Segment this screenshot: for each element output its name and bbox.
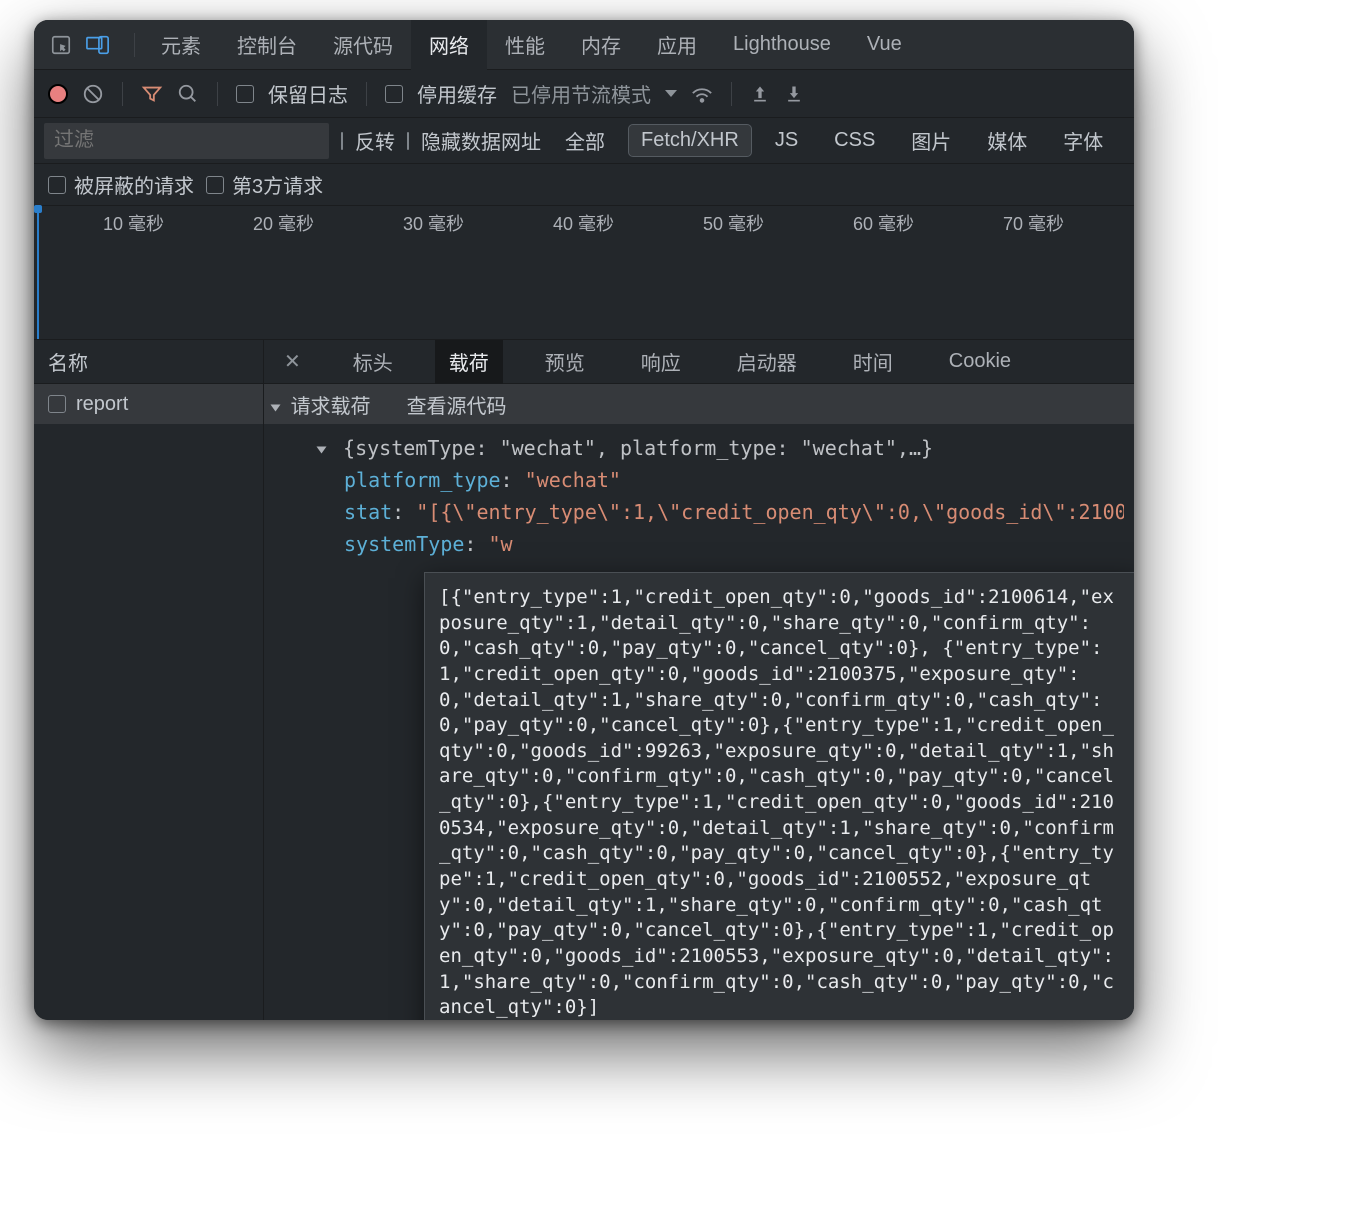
preserve-log-label: 保留日志	[268, 79, 348, 108]
payload-root[interactable]: {systemType: "wechat", platform_type: "w…	[343, 436, 933, 460]
payload-section-header[interactable]: 请求载荷 查看源代码	[264, 384, 1134, 424]
detail-tab-timing[interactable]: 时间	[839, 340, 907, 384]
detail-tab-initiator[interactable]: 启动器	[723, 340, 811, 384]
name-column-header[interactable]: 名称	[34, 340, 263, 384]
view-source-link[interactable]: 查看源代码	[407, 390, 507, 419]
blocked-requests-checkbox[interactable]	[48, 176, 66, 194]
main-tab-lighthouse[interactable]: Lighthouse	[715, 21, 849, 68]
throttling-status[interactable]: 已停用节流模式	[511, 79, 651, 108]
timeline-tick: 60 毫秒	[784, 210, 934, 236]
main-tab-sources[interactable]: 源代码	[315, 20, 411, 71]
main-tab-elements[interactable]: 元素	[143, 20, 219, 71]
filter-bar: 反转 隐藏数据网址 全部 Fetch/XHR JS CSS 图片 媒体 字体 文…	[34, 118, 1134, 164]
main-tab-vue[interactable]: Vue	[849, 21, 920, 68]
filter-type-img[interactable]: 图片	[899, 122, 963, 159]
invert-label: 反转	[355, 126, 395, 155]
main-tabs: 元素 控制台 源代码 网络 性能 内存 应用 Lighthouse Vue	[34, 20, 1134, 70]
timeline-needle[interactable]	[37, 206, 39, 339]
request-row-checkbox[interactable]	[48, 395, 66, 413]
detail-tab-response[interactable]: 响应	[627, 340, 695, 384]
third-party-checkbox[interactable]	[206, 176, 224, 194]
timeline-tick: 70 毫秒	[934, 210, 1084, 236]
clear-icon[interactable]	[82, 83, 104, 105]
filter-type-js[interactable]: JS	[763, 125, 810, 156]
timeline-tick: 10 毫秒	[34, 210, 184, 236]
filter-type-font[interactable]: 字体	[1051, 122, 1115, 159]
filter-type-media[interactable]: 媒体	[975, 122, 1039, 159]
value-tooltip: [{"entry_type":1,"credit_open_qty":0,"go…	[424, 572, 1134, 1020]
upload-har-icon[interactable]	[750, 84, 770, 104]
third-party-label: 第3方请求	[232, 170, 323, 199]
name-column: 名称 report	[34, 340, 264, 1020]
divider	[122, 82, 123, 106]
timeline-tick: 50 毫秒	[634, 210, 784, 236]
throttling-dropdown-icon[interactable]	[665, 90, 677, 97]
hide-data-urls-label: 隐藏数据网址	[421, 126, 541, 155]
expand-icon[interactable]	[317, 447, 327, 454]
detail-tab-payload[interactable]: 载荷	[435, 340, 503, 384]
expand-icon[interactable]	[271, 404, 281, 411]
request-name: report	[76, 393, 128, 416]
filter-row-2: 被屏蔽的请求 第3方请求	[34, 164, 1134, 206]
hide-data-urls-checkbox[interactable]	[407, 132, 409, 150]
inspect-icon[interactable]	[50, 34, 72, 56]
divider	[134, 33, 135, 57]
payload-key: stat	[344, 500, 392, 524]
detail-tabs: ✕ 标头 载荷 预览 响应 启动器 时间 Cookie	[264, 340, 1134, 384]
filter-type-fetch-xhr[interactable]: Fetch/XHR	[629, 125, 751, 156]
device-toolbar-icon[interactable]	[86, 34, 110, 56]
main-tab-application[interactable]: 应用	[639, 20, 715, 71]
filter-type-css[interactable]: CSS	[822, 125, 887, 156]
payload-value-partial: "w	[489, 532, 513, 556]
filter-icon[interactable]	[141, 83, 163, 105]
timeline-tick: 20 毫秒	[184, 210, 334, 236]
blocked-requests-label: 被屏蔽的请求	[74, 170, 194, 199]
close-detail-icon[interactable]: ✕	[274, 349, 311, 374]
divider	[366, 82, 367, 106]
preserve-log-checkbox[interactable]	[236, 85, 254, 103]
timeline-tick: 40 毫秒	[484, 210, 634, 236]
disable-cache-label: 停用缓存	[417, 79, 497, 108]
detail-tab-preview[interactable]: 预览	[531, 340, 599, 384]
timeline-tick: 30 毫秒	[334, 210, 484, 236]
divider	[731, 82, 732, 106]
timeline[interactable]: 10 毫秒 20 毫秒 30 毫秒 40 毫秒 50 毫秒 60 毫秒 70 毫…	[34, 206, 1134, 340]
main-tab-console[interactable]: 控制台	[219, 20, 315, 71]
detail-tab-cookies[interactable]: Cookie	[935, 342, 1025, 381]
network-conditions-icon[interactable]	[691, 85, 713, 103]
main-tab-memory[interactable]: 内存	[563, 20, 639, 71]
disable-cache-checkbox[interactable]	[385, 85, 403, 103]
network-toolbar: 保留日志 停用缓存 已停用节流模式	[34, 70, 1134, 118]
payload-key: platform_type	[344, 468, 501, 492]
invert-checkbox[interactable]	[341, 132, 343, 150]
search-icon[interactable]	[177, 83, 199, 105]
payload-body: {systemType: "wechat", platform_type: "w…	[264, 424, 1134, 560]
filter-input[interactable]	[44, 123, 329, 159]
payload-key: systemType	[344, 532, 464, 556]
record-button[interactable]	[48, 84, 68, 104]
download-har-icon[interactable]	[784, 84, 804, 104]
filter-type-all[interactable]: 全部	[553, 122, 617, 159]
filter-type-doc[interactable]: 文档	[1127, 122, 1134, 159]
request-row[interactable]: report	[34, 384, 263, 424]
payload-section-title: 请求载荷	[291, 396, 371, 418]
main-tab-performance[interactable]: 性能	[487, 20, 563, 71]
main-tab-network[interactable]: 网络	[411, 20, 487, 71]
detail-tab-headers[interactable]: 标头	[339, 340, 407, 384]
payload-value[interactable]: "[{\"entry_type\":1,\"credit_open_qty\":…	[416, 500, 1124, 524]
payload-value: "wechat"	[525, 468, 621, 492]
divider	[217, 82, 218, 106]
